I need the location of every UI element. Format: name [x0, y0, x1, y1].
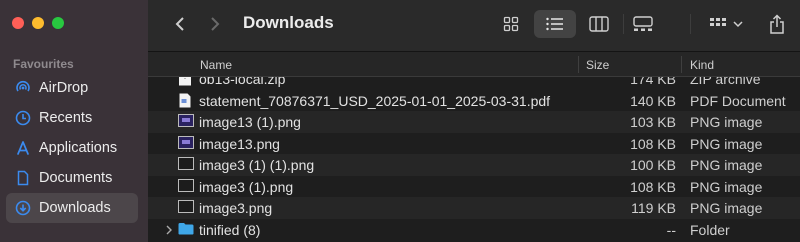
file-kind: Folder	[690, 221, 730, 238]
file-size: 108 KB	[630, 135, 676, 152]
file-name: statement_70876371_USD_2025-01-01_2025-0…	[199, 92, 551, 109]
zoom-button[interactable]	[52, 17, 64, 29]
sidebar-section-heading: Favourites	[13, 57, 74, 71]
file-kind: PNG image	[690, 114, 763, 130]
sidebar-item-label: AirDrop	[39, 80, 89, 96]
share-icon	[770, 14, 784, 34]
applications-icon	[15, 140, 31, 156]
file-size: 119 KB	[631, 200, 676, 216]
table-row[interactable]: image3 (1) (1).png 100 KB PNG image	[148, 154, 800, 176]
file-name: image13.png	[199, 135, 280, 152]
gallery-icon	[633, 16, 653, 31]
file-kind: PDF Document	[690, 92, 786, 109]
sidebar-item-label: Documents	[39, 170, 113, 186]
chevron-left-icon	[175, 17, 184, 31]
list-view-button[interactable]	[534, 10, 576, 38]
columns-icon	[589, 16, 609, 32]
file-kind: ZIP archive	[690, 77, 761, 87]
folder-icon	[178, 222, 194, 237]
sidebar-item-airdrop[interactable]: AirDrop	[6, 73, 138, 103]
sidebar-item-documents[interactable]: Documents	[6, 163, 138, 193]
image-thumb-icon	[178, 200, 194, 215]
table-row[interactable]: ob13-local.zip 174 KB ZIP archive	[148, 77, 800, 90]
list-icon	[546, 17, 563, 31]
file-name: image3 (1).png	[199, 178, 294, 195]
disclosure-triangle-icon[interactable]	[165, 223, 175, 235]
column-view-button[interactable]	[582, 10, 616, 38]
close-button[interactable]	[12, 17, 24, 29]
file-kind: PNG image	[690, 178, 763, 195]
sidebar-item-label: Downloads	[39, 200, 111, 216]
image-thumb-icon	[178, 135, 194, 151]
sidebar-item-label: Applications	[39, 140, 118, 156]
file-kind: PNG image	[690, 135, 763, 152]
table-row[interactable]: tinified (8) -- Folder	[148, 219, 800, 241]
file-name: image13 (1).png	[199, 114, 301, 130]
clock-icon	[15, 110, 31, 126]
size-column-header[interactable]: Size	[586, 58, 609, 72]
download-icon	[15, 200, 31, 216]
pdf-icon	[178, 93, 192, 108]
image-thumb-icon	[178, 157, 194, 172]
file-size: --	[666, 221, 676, 238]
airdrop-icon	[15, 80, 31, 96]
image-thumb-icon	[178, 178, 194, 194]
kind-column-header[interactable]: Kind	[690, 58, 714, 72]
window-title: Downloads	[243, 13, 334, 32]
share-button[interactable]	[762, 10, 792, 38]
file-size: 108 KB	[630, 178, 676, 195]
sidebar-item-downloads[interactable]: Downloads	[6, 193, 138, 223]
grid-icon	[503, 16, 519, 32]
minimize-button[interactable]	[32, 17, 44, 29]
back-button[interactable]	[168, 12, 192, 36]
sidebar: Favourites AirDrop Recents Applications …	[0, 0, 148, 242]
file-name: image3 (1) (1).png	[199, 157, 315, 173]
document-icon	[15, 170, 31, 186]
table-row[interactable]: statement_70876371_USD_2025-01-01_2025-0…	[148, 90, 800, 112]
file-name: image3.png	[199, 200, 273, 216]
sidebar-item-applications[interactable]: Applications	[6, 133, 138, 163]
name-column-header[interactable]: Name	[200, 58, 232, 72]
gallery-view-button[interactable]	[626, 10, 660, 38]
table-row[interactable]: image13 (1).png 103 KB PNG image	[148, 111, 800, 133]
file-size: 174 KB	[630, 77, 676, 87]
file-kind: PNG image	[690, 200, 763, 216]
column-header: Name Size Kind	[148, 52, 800, 77]
zip-icon	[178, 77, 192, 86]
icon-view-button[interactable]	[494, 10, 528, 38]
table-row[interactable]: image3 (1).png 108 KB PNG image	[148, 176, 800, 198]
table-row[interactable]: image13.png 108 KB PNG image	[148, 133, 800, 155]
file-size: 103 KB	[630, 114, 676, 130]
window-controls	[12, 17, 64, 29]
toolbar: Downloads	[148, 0, 800, 52]
file-name: tinified (8)	[199, 221, 261, 238]
chevron-right-icon	[211, 17, 220, 31]
forward-button[interactable]	[203, 12, 227, 36]
sidebar-item-recents[interactable]: Recents	[6, 103, 138, 133]
file-size: 140 KB	[630, 92, 676, 109]
file-name: ob13-local.zip	[199, 77, 286, 87]
table-row[interactable]: image3.png 119 KB PNG image	[148, 197, 800, 219]
image-thumb-icon	[178, 114, 194, 129]
sidebar-item-label: Recents	[39, 110, 93, 126]
file-list: ob13-local.zip 174 KB ZIP archive statem…	[148, 77, 800, 242]
chevron-down-icon	[733, 21, 743, 28]
file-size: 100 KB	[630, 157, 676, 173]
file-kind: PNG image	[690, 157, 763, 173]
group-by-button[interactable]	[704, 10, 748, 38]
group-icon	[710, 18, 726, 26]
